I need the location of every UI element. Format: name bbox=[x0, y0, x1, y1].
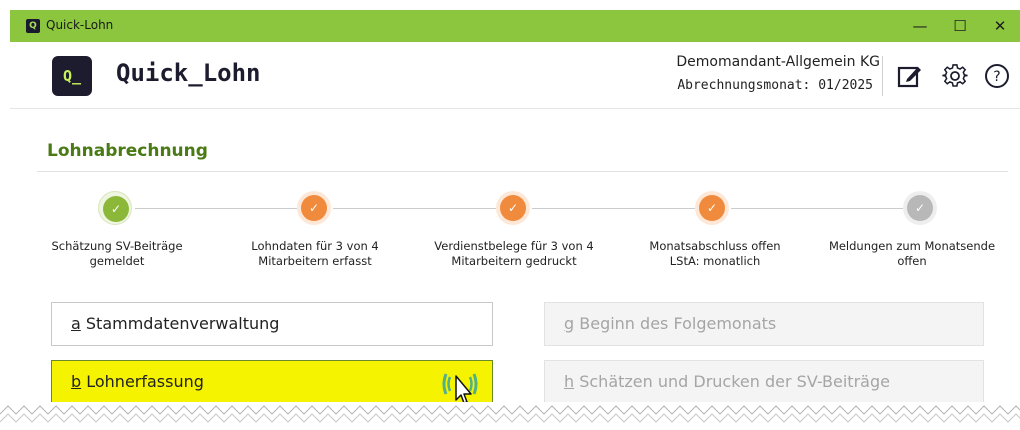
minimize-button[interactable]: — bbox=[900, 14, 940, 38]
stammdaten-button[interactable]: a Stammdatenverwaltung bbox=[51, 302, 493, 346]
svg-text:?: ? bbox=[993, 69, 1000, 85]
torn-edge bbox=[0, 402, 1020, 430]
check-icon: ✓ bbox=[103, 196, 129, 222]
shortcut-key: b bbox=[71, 372, 82, 391]
app-header: Q_ Quick_Lohn Demomandant-Allgemein KG A… bbox=[10, 42, 1020, 109]
shortcut-key: a bbox=[71, 314, 81, 333]
click-cursor-icon bbox=[442, 373, 478, 404]
button-label: Stammdatenverwaltung bbox=[80, 314, 280, 333]
button-label: Lohnerfassung bbox=[81, 372, 204, 391]
button-label: Beginn des Folgemonats bbox=[574, 314, 777, 333]
check-icon: ✓ bbox=[500, 195, 526, 221]
brand-name: Quick_Lohn bbox=[116, 59, 261, 87]
step-circle[interactable]: ✓ bbox=[98, 191, 132, 225]
check-icon: ✓ bbox=[699, 195, 725, 221]
step-connector bbox=[532, 208, 695, 209]
maximize-button[interactable]: ☐ bbox=[940, 14, 980, 38]
app-icon: Q bbox=[26, 19, 40, 33]
step-label: Lohndaten für 3 von 4 Mitarbeitern erfass… bbox=[251, 239, 379, 268]
shortcut-key: h bbox=[564, 372, 575, 391]
section-divider bbox=[37, 171, 1008, 172]
header-divider bbox=[882, 56, 883, 96]
step-circle[interactable]: ✓ bbox=[297, 191, 331, 225]
section-title: Lohnabrechnung bbox=[47, 141, 208, 161]
button-label: Schätzen und Drucken der SV-Beiträge bbox=[574, 372, 890, 391]
folgemonat-button[interactable]: g Beginn des Folgemonats bbox=[544, 302, 984, 346]
gear-icon[interactable] bbox=[942, 63, 968, 89]
step-connector bbox=[135, 208, 297, 209]
step-label: Meldungen zum Monatsende offen bbox=[828, 239, 996, 268]
edit-icon[interactable] bbox=[896, 63, 922, 89]
sv-beitraege-button[interactable]: h Schätzen und Drucken der SV-Beiträge bbox=[544, 360, 984, 404]
shortcut-key: g bbox=[564, 314, 575, 333]
step-connector bbox=[333, 208, 496, 209]
check-icon: ✓ bbox=[907, 195, 933, 221]
step-circle[interactable]: ✓ bbox=[695, 191, 729, 225]
lohnerfassung-button[interactable]: b Lohnerfassung bbox=[51, 360, 493, 404]
step-label: Schätzung SV-Beiträge gemeldet bbox=[51, 239, 183, 268]
step-circle[interactable]: ✓ bbox=[903, 191, 937, 225]
window-titlebar: Q Quick-Lohn — ☐ ✕ bbox=[10, 10, 1020, 42]
close-button[interactable]: ✕ bbox=[980, 14, 1020, 38]
company-name: Demomandant-Allgemein KG bbox=[676, 54, 880, 70]
logo-icon: Q_ bbox=[52, 56, 92, 96]
check-icon: ✓ bbox=[301, 195, 327, 221]
billing-month: Abrechnungsmonat: 01/2025 bbox=[677, 78, 873, 93]
window-title: Quick-Lohn bbox=[46, 18, 114, 32]
help-icon[interactable]: ? bbox=[984, 63, 1010, 89]
step-label: Verdienstbelege für 3 von 4 Mitarbeitern … bbox=[434, 239, 594, 268]
step-label: Monatsabschluss offen LStA: monatlich bbox=[649, 239, 781, 268]
step-circle[interactable]: ✓ bbox=[496, 191, 530, 225]
step-connector bbox=[731, 208, 903, 209]
